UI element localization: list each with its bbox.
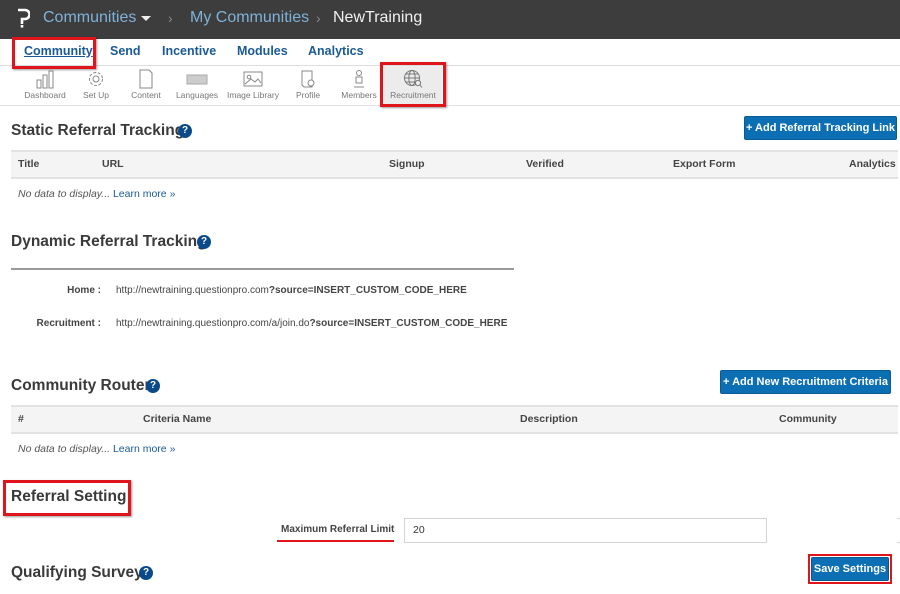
column-header[interactable]: Signup	[389, 158, 425, 170]
empty-state: No data to display... Learn more »	[18, 188, 175, 200]
help-icon[interactable]: ?	[146, 379, 160, 393]
home-url-value[interactable]: http://newtraining.questionpro.com?sourc…	[116, 285, 467, 296]
subnav-label: Languages	[175, 90, 219, 100]
highlight-box	[12, 37, 96, 69]
community-router-table-header: # Criteria Name Description Community	[11, 405, 898, 434]
gear-icon	[89, 72, 103, 86]
subnav-content[interactable]: Content	[126, 66, 166, 106]
column-header[interactable]: Criteria Name	[143, 413, 211, 425]
column-header[interactable]: Analytics	[849, 158, 896, 170]
empty-state: No data to display... Learn more »	[18, 443, 175, 455]
highlight-box	[3, 480, 131, 516]
home-url-label: Home :	[67, 285, 101, 296]
add-new-recruitment-criteria-button[interactable]: + Add New Recruitment Criteria	[720, 370, 891, 394]
subnav-set-up[interactable]: Set Up	[76, 66, 116, 106]
help-icon[interactable]: ?	[197, 235, 211, 249]
column-header[interactable]: Export Form	[673, 158, 735, 170]
learn-more-link[interactable]: Learn more »	[113, 443, 175, 455]
column-header[interactable]: Description	[520, 413, 578, 425]
community-router-title: Community Router	[11, 377, 151, 394]
tab-modules[interactable]: Modules	[237, 44, 288, 58]
keyboard-icon	[186, 74, 208, 85]
highlight-underline	[277, 540, 394, 542]
subnav-label: Dashboard	[24, 90, 66, 100]
url-param: ?source=INSERT_CUSTOM_CODE_HERE	[309, 318, 508, 329]
subnav-label: Set Up	[83, 90, 109, 100]
top-bar: Communities › My Communities › NewTraini…	[0, 0, 900, 39]
highlight-box	[808, 554, 892, 584]
dynamic-referral-title: Dynamic Referral Tracking	[11, 233, 207, 250]
subnav-label: Image Library	[227, 90, 279, 100]
breadcrumb-current: NewTraining	[333, 9, 423, 26]
url-base: http://newtraining.questionpro.com	[116, 285, 269, 296]
chevron-down-icon[interactable]	[141, 16, 151, 21]
breadcrumb-communities[interactable]: Communities	[43, 9, 136, 27]
image-icon	[243, 71, 263, 87]
subnav-label: Members	[341, 90, 377, 100]
recruitment-url-label: Recruitment :	[36, 318, 101, 329]
tab-send[interactable]: Send	[110, 44, 141, 58]
subnav-profile[interactable]: Profile	[290, 66, 326, 106]
column-header[interactable]: #	[18, 413, 24, 425]
subnav-image-library[interactable]: Image Library	[225, 66, 281, 106]
highlight-box	[380, 62, 446, 107]
static-referral-title: Static Referral Tracking	[11, 122, 185, 139]
bar-chart-icon	[36, 70, 54, 89]
sub-navigation: Dashboard Set Up Content Languages Image…	[0, 66, 900, 106]
column-header[interactable]: Verified	[526, 158, 564, 170]
subnav-label: Content	[131, 90, 161, 100]
tab-incentive[interactable]: Incentive	[162, 44, 216, 58]
help-icon[interactable]: ?	[139, 566, 153, 580]
column-header[interactable]: Community	[779, 413, 837, 425]
recruitment-url-value[interactable]: http://newtraining.questionpro.com/a/joi…	[116, 318, 507, 329]
breadcrumb-separator: ›	[316, 10, 321, 26]
breadcrumb-my-communities[interactable]: My Communities	[190, 9, 309, 27]
max-referral-limit-input[interactable]: 20	[404, 518, 767, 543]
main-tabs: Community Send Incentive Modules Analyti…	[0, 39, 900, 66]
subnav-members[interactable]: Members	[338, 66, 380, 106]
subnav-dashboard[interactable]: Dashboard	[20, 66, 70, 106]
subnav-label: Profile	[295, 90, 321, 100]
tab-analytics[interactable]: Analytics	[308, 44, 364, 58]
divider	[11, 268, 514, 270]
questionpro-logo-icon[interactable]	[16, 8, 30, 28]
profile-icon	[301, 70, 315, 88]
document-icon	[139, 69, 153, 89]
url-base: http://newtraining.questionpro.com/a/joi…	[116, 318, 310, 329]
learn-more-link[interactable]: Learn more »	[113, 188, 175, 200]
person-icon	[354, 70, 364, 88]
qualifying-survey-title: Qualifying Survey	[11, 564, 143, 581]
help-icon[interactable]: ?	[178, 124, 192, 138]
empty-text: No data to display...	[18, 443, 111, 455]
url-param: ?source=INSERT_CUSTOM_CODE_HERE	[268, 285, 467, 296]
column-header[interactable]: URL	[102, 158, 124, 170]
add-referral-tracking-link-button[interactable]: + Add Referral Tracking Link	[744, 116, 897, 140]
static-referral-table-header: Title URL Signup Verified Export Form An…	[11, 150, 898, 179]
breadcrumb-separator: ›	[168, 10, 173, 26]
empty-text: No data to display...	[18, 188, 111, 200]
subnav-languages[interactable]: Languages	[174, 66, 220, 106]
max-referral-limit-label: Maximum Referral Limit	[281, 524, 395, 535]
column-header[interactable]: Title	[18, 158, 39, 170]
